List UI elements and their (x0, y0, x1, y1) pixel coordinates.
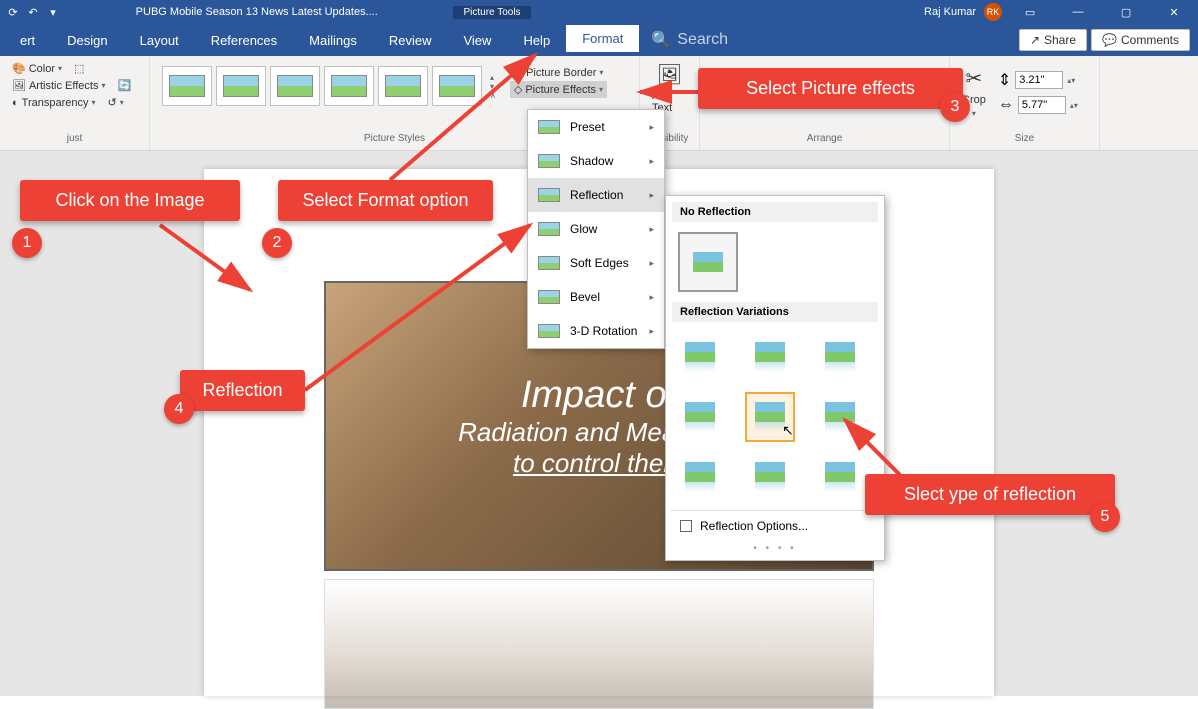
callout-4: Reflection (180, 370, 305, 411)
style-thumb[interactable] (324, 66, 374, 106)
reflection-variation[interactable] (745, 452, 795, 502)
tab-insert[interactable]: ert (4, 27, 51, 54)
callout-5: Slect ype of reflection (865, 474, 1115, 515)
tab-format[interactable]: Format (566, 25, 639, 55)
search-icon: 🔍 (651, 30, 671, 50)
picture-tools-context: Picture Tools (453, 6, 530, 19)
alt-text-icon: 🖼 (657, 62, 682, 87)
width-icon: ⇔ (998, 96, 1014, 114)
gallery-more-icon[interactable]: ⊼ (490, 91, 496, 100)
document-title: PUBG Mobile Season 13 News Latest Update… (60, 6, 453, 18)
style-thumb[interactable] (216, 66, 266, 106)
reflection-variation[interactable] (815, 392, 865, 442)
callout-3-number: 3 (940, 92, 970, 122)
picture-effects-button[interactable]: ◇ Picture Effects ▾ (510, 81, 608, 98)
reflection-variations-header: Reflection Variations (672, 302, 878, 322)
callout-5-number: 5 (1090, 502, 1120, 532)
picture-styles-gallery[interactable]: ▴ ▾ ⊼ (158, 60, 504, 112)
effects-bevel[interactable]: Bevel▸ (528, 280, 664, 314)
resize-handle-icon[interactable]: • • • • (670, 541, 880, 556)
adjust-group-label: just (8, 133, 141, 146)
tab-mailings[interactable]: Mailings (293, 27, 373, 54)
reflection-variation[interactable] (745, 332, 795, 382)
picture-border-button[interactable]: ✎ Picture Border ▾ (510, 64, 608, 81)
effects-glow[interactable]: Glow▸ (528, 212, 664, 246)
callout-2: Select Format option (278, 180, 493, 221)
reset-picture-icon[interactable]: ↺▾ (104, 94, 128, 111)
picture-effects-menu: Preset▸ Shadow▸ Reflection▸ Glow▸ Soft E… (527, 109, 665, 349)
comments-button[interactable]: 💬Comments (1091, 29, 1190, 51)
callout-1-number: 1 (12, 228, 42, 258)
style-thumb[interactable] (162, 66, 212, 106)
callout-2-number: 2 (262, 228, 292, 258)
tab-help[interactable]: Help (507, 27, 566, 54)
gallery-down-icon[interactable]: ▾ (490, 82, 496, 91)
height-input[interactable] (1015, 71, 1063, 89)
share-button[interactable]: ↗Share (1019, 29, 1087, 51)
reflection-variation[interactable] (675, 392, 725, 442)
ribbon-display-icon[interactable]: ▭ (1010, 0, 1050, 24)
search-placeholder: Search (677, 31, 728, 49)
style-thumb[interactable] (270, 66, 320, 106)
image-reflection (324, 579, 874, 709)
search-box[interactable]: 🔍 Search (639, 30, 728, 50)
reflection-submenu: No Reflection Reflection Variations Refl… (665, 195, 885, 561)
autosave-icon[interactable]: ⟳ (6, 5, 20, 19)
image-text-line3: to control them (513, 448, 685, 479)
tab-design[interactable]: Design (51, 27, 123, 54)
style-thumb[interactable] (378, 66, 428, 106)
compress-icon[interactable]: ⬚ (70, 60, 88, 77)
tab-layout[interactable]: Layout (124, 27, 195, 54)
maximize-icon[interactable]: ▢ (1106, 0, 1146, 24)
size-group-label: Size (958, 133, 1091, 146)
qa-dropdown-icon[interactable]: ▾ (46, 5, 60, 19)
effects-3d-rotation[interactable]: 3-D Rotation▸ (528, 314, 664, 348)
crop-icon: ✂ (966, 66, 983, 91)
callout-1: Click on the Image (20, 180, 240, 221)
ribbon-tabs: ert Design Layout References Mailings Re… (0, 24, 1198, 56)
share-icon: ↗ (1030, 33, 1040, 47)
effects-soft-edges[interactable]: Soft Edges▸ (528, 246, 664, 280)
callout-3: Select Picture effects (698, 68, 963, 109)
change-picture-icon[interactable]: 🔄 (113, 77, 135, 94)
transparency-button[interactable]: ◐ Transparency ▾ (8, 95, 100, 111)
comment-icon: 💬 (1102, 33, 1117, 47)
gallery-up-icon[interactable]: ▴ (490, 73, 496, 82)
callout-4-number: 4 (164, 394, 194, 424)
titlebar: ⟳ ↶ ▾ PUBG Mobile Season 13 News Latest … (0, 0, 1198, 24)
reflection-variation[interactable] (675, 452, 725, 502)
minimize-icon[interactable]: — (1058, 0, 1098, 24)
reflection-variation[interactable] (815, 452, 865, 502)
tab-review[interactable]: Review (373, 27, 448, 54)
artistic-effects-button[interactable]: 🖼 Artistic Effects ▾ (8, 77, 109, 94)
height-icon: ⇕ (998, 70, 1011, 90)
style-thumb[interactable] (432, 66, 482, 106)
user-name: Raj Kumar (924, 6, 976, 18)
close-icon[interactable]: ✕ (1154, 0, 1194, 24)
effects-preset[interactable]: Preset▸ (528, 110, 664, 144)
no-reflection-header: No Reflection (672, 202, 878, 222)
checkbox-icon (680, 520, 692, 532)
user-avatar[interactable]: RK (984, 3, 1002, 21)
mouse-cursor-icon: ↖ (782, 422, 794, 439)
tab-references[interactable]: References (195, 27, 293, 54)
undo-icon[interactable]: ↶ (26, 5, 40, 19)
reflection-variation[interactable] (815, 332, 865, 382)
effects-shadow[interactable]: Shadow▸ (528, 144, 664, 178)
image-text-line1: Impact of (521, 374, 677, 417)
no-reflection-option[interactable] (678, 232, 738, 292)
effects-reflection[interactable]: Reflection▸ (528, 178, 664, 212)
arrange-group-label: Arrange (708, 133, 941, 146)
tab-view[interactable]: View (447, 27, 507, 54)
color-button[interactable]: 🎨 Color ▾ (8, 60, 66, 77)
reflection-options-link[interactable]: Reflection Options... (670, 510, 880, 541)
reflection-variation[interactable] (675, 332, 725, 382)
width-input[interactable] (1018, 96, 1066, 114)
alt-text-button[interactable]: 🖼 Alt Text (648, 60, 691, 116)
